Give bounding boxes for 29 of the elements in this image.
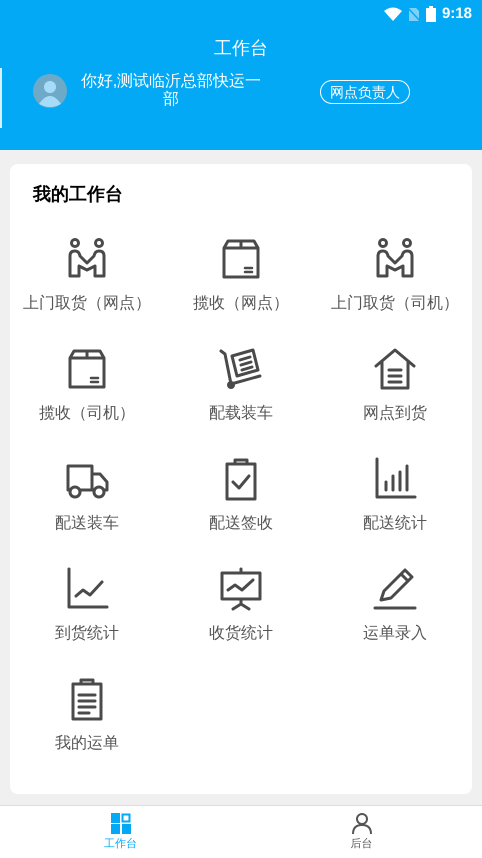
workbench-item[interactable]: 配送装车	[10, 456, 164, 546]
workbench-item[interactable]: 我的运单	[10, 676, 164, 766]
grid-icon	[110, 813, 130, 834]
status-time: 9:18	[442, 4, 472, 24]
nav-tab[interactable]: 后台	[241, 806, 482, 858]
workbench-item[interactable]: 配载装车	[164, 346, 318, 436]
workbench-item[interactable]: 到货统计	[10, 566, 164, 656]
no-sim-icon	[408, 6, 420, 22]
person-icon	[352, 813, 372, 834]
page-title: 工作台	[214, 36, 268, 60]
wifi-icon	[384, 7, 402, 21]
workbench-item[interactable]: 揽收（网点）	[164, 236, 318, 326]
greeting-text: 你好,测试临沂总部快运一部	[80, 73, 262, 109]
warehouse-icon	[372, 346, 418, 392]
workbench-item[interactable]: 配送签收	[164, 456, 318, 546]
avatar-icon	[33, 74, 67, 108]
presentation-chart-icon	[218, 566, 264, 612]
workbench-item[interactable]: 网点到货	[318, 346, 472, 436]
workbench-item[interactable]: 揽收（司机）	[10, 346, 164, 436]
workbench-item[interactable]: 上门取货（司机）	[318, 236, 472, 326]
battery-icon	[426, 6, 436, 22]
pencil-icon	[372, 566, 418, 612]
hand-truck-icon	[218, 346, 264, 392]
workbench-item[interactable]: 收货统计	[164, 566, 318, 656]
workbench-item[interactable]: 运单录入	[318, 566, 472, 656]
card-title: 我的工作台	[33, 183, 124, 206]
role-badge: 网点负责人	[320, 80, 410, 104]
workbench-item[interactable]: 配送统计	[318, 456, 472, 546]
workbench-item[interactable]: 上门取货（网点）	[10, 236, 164, 326]
